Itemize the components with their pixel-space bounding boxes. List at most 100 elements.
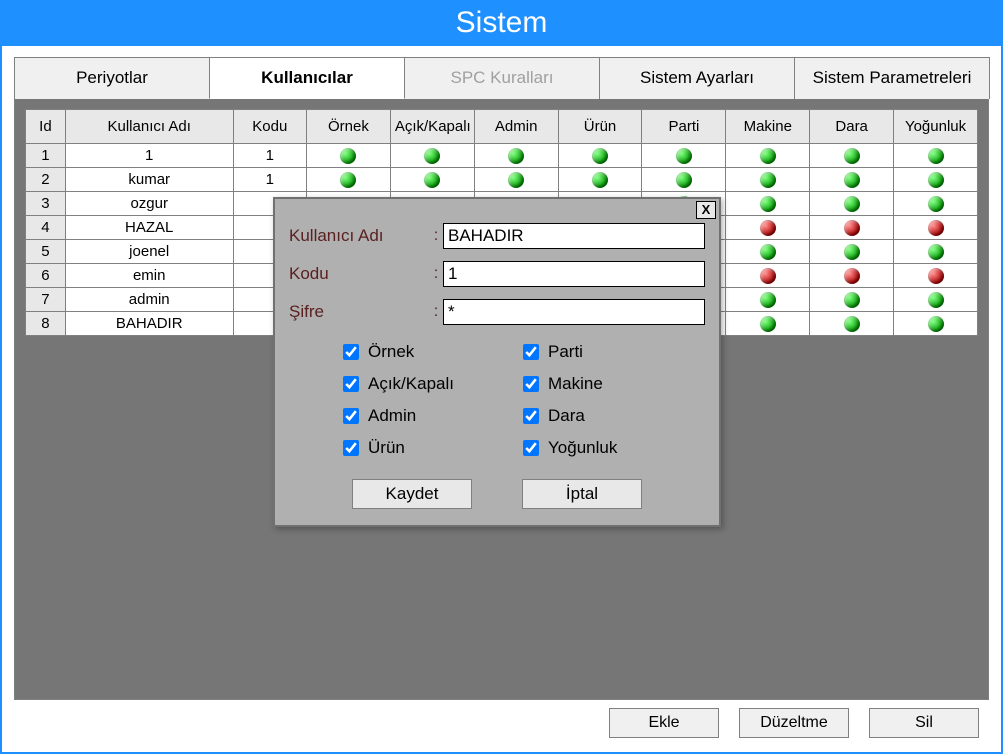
col-acik-kapali[interactable]: Açık/Kapalı: [390, 110, 474, 144]
username-input[interactable]: [443, 223, 705, 249]
status-dot-green-icon: [760, 172, 776, 188]
check-makine[interactable]: Makine: [519, 373, 699, 395]
sifre-label: Şifre: [289, 302, 429, 322]
cell-flag: [810, 144, 894, 168]
table-row[interactable]: 111: [26, 144, 978, 168]
status-dot-green-icon: [844, 292, 860, 308]
check-urun[interactable]: Ürün: [339, 437, 519, 459]
status-dot-green-icon: [844, 244, 860, 260]
col-parti[interactable]: Parti: [642, 110, 726, 144]
check-yogunluk[interactable]: Yoğunluk: [519, 437, 699, 459]
tab-kullanicilar[interactable]: Kullanıcılar: [209, 57, 405, 99]
dialog-save-button[interactable]: Kaydet: [352, 479, 472, 509]
edit-button[interactable]: Düzeltme: [739, 708, 849, 738]
add-button[interactable]: Ekle: [609, 708, 719, 738]
cell-name: ozgur: [65, 192, 233, 216]
tab-sistem-parametreleri[interactable]: Sistem Parametreleri: [794, 57, 990, 99]
status-dot-green-icon: [340, 172, 356, 188]
cell-name: joenel: [65, 240, 233, 264]
cell-name: BAHADIR: [65, 312, 233, 336]
status-dot-red-icon: [844, 268, 860, 284]
col-yogunluk[interactable]: Yoğunluk: [894, 110, 978, 144]
check-acik-kapali[interactable]: Açık/Kapalı: [339, 373, 519, 395]
cell-kodu: 1: [233, 144, 306, 168]
status-dot-green-icon: [340, 148, 356, 164]
checkbox-dara[interactable]: [523, 408, 539, 424]
cell-flag: [810, 240, 894, 264]
checkbox-parti[interactable]: [523, 344, 539, 360]
cell-flag: [390, 144, 474, 168]
cell-name: kumar: [65, 168, 233, 192]
table-row[interactable]: 2kumar1: [26, 168, 978, 192]
cell-flag: [474, 168, 558, 192]
checkbox-acik-kapali[interactable]: [343, 376, 359, 392]
cell-flag: [558, 144, 642, 168]
status-dot-green-icon: [844, 196, 860, 212]
cell-kodu: 1: [233, 168, 306, 192]
cell-flag: [726, 240, 810, 264]
dialog-row-kodu: Kodu :: [289, 261, 705, 287]
col-urun[interactable]: Ürün: [558, 110, 642, 144]
table-header-row: Id Kullanıcı Adı Kodu Örnek Açık/Kapalı …: [26, 110, 978, 144]
check-parti[interactable]: Parti: [519, 341, 699, 363]
status-dot-green-icon: [424, 172, 440, 188]
status-dot-red-icon: [928, 220, 944, 236]
checkbox-makine[interactable]: [523, 376, 539, 392]
cell-id: 8: [26, 312, 66, 336]
status-dot-green-icon: [508, 172, 524, 188]
dialog-buttons: Kaydet İptal: [289, 479, 705, 509]
kodu-input[interactable]: [443, 261, 705, 287]
cell-id: 6: [26, 264, 66, 288]
cell-flag: [894, 240, 978, 264]
checkbox-admin[interactable]: [343, 408, 359, 424]
col-makine[interactable]: Makine: [726, 110, 810, 144]
delete-button[interactable]: Sil: [869, 708, 979, 738]
status-dot-green-icon: [676, 172, 692, 188]
tab-sistem-ayarlari[interactable]: Sistem Ayarları: [599, 57, 795, 99]
cell-name: HAZAL: [65, 216, 233, 240]
dialog-checkboxes: Örnek Açık/Kapalı Admin Ürün Parti Makin…: [339, 341, 705, 459]
sifre-input[interactable]: [443, 299, 705, 325]
tab-periyotlar[interactable]: Periyotlar: [14, 57, 210, 99]
cell-flag: [810, 264, 894, 288]
check-dara[interactable]: Dara: [519, 405, 699, 427]
footer-buttons: Ekle Düzeltme Sil: [14, 700, 989, 744]
status-dot-green-icon: [844, 172, 860, 188]
status-dot-red-icon: [760, 220, 776, 236]
col-kodu[interactable]: Kodu: [233, 110, 306, 144]
cell-id: 3: [26, 192, 66, 216]
cell-flag: [306, 168, 390, 192]
status-dot-green-icon: [424, 148, 440, 164]
cell-flag: [726, 264, 810, 288]
dialog-cancel-button[interactable]: İptal: [522, 479, 642, 509]
col-ornek[interactable]: Örnek: [306, 110, 390, 144]
status-dot-green-icon: [760, 316, 776, 332]
cell-flag: [810, 312, 894, 336]
col-name[interactable]: Kullanıcı Adı: [65, 110, 233, 144]
tab-bar: Periyotlar Kullanıcılar SPC Kuralları Si…: [14, 56, 989, 99]
cell-id: 5: [26, 240, 66, 264]
cell-flag: [894, 288, 978, 312]
checkbox-urun[interactable]: [343, 440, 359, 456]
col-dara[interactable]: Dara: [810, 110, 894, 144]
username-label: Kullanıcı Adı: [289, 226, 429, 246]
cell-id: 1: [26, 144, 66, 168]
status-dot-red-icon: [844, 220, 860, 236]
cell-flag: [894, 168, 978, 192]
checkbox-ornek[interactable]: [343, 344, 359, 360]
status-dot-green-icon: [760, 244, 776, 260]
status-dot-green-icon: [592, 148, 608, 164]
status-dot-green-icon: [928, 292, 944, 308]
col-id[interactable]: Id: [26, 110, 66, 144]
check-admin[interactable]: Admin: [339, 405, 519, 427]
status-dot-green-icon: [844, 148, 860, 164]
cell-flag: [894, 192, 978, 216]
col-admin[interactable]: Admin: [474, 110, 558, 144]
cell-flag: [894, 144, 978, 168]
status-dot-green-icon: [928, 148, 944, 164]
dialog-close-button[interactable]: X: [696, 201, 716, 219]
cell-flag: [894, 312, 978, 336]
cell-flag: [642, 168, 726, 192]
checkbox-yogunluk[interactable]: [523, 440, 539, 456]
check-ornek[interactable]: Örnek: [339, 341, 519, 363]
